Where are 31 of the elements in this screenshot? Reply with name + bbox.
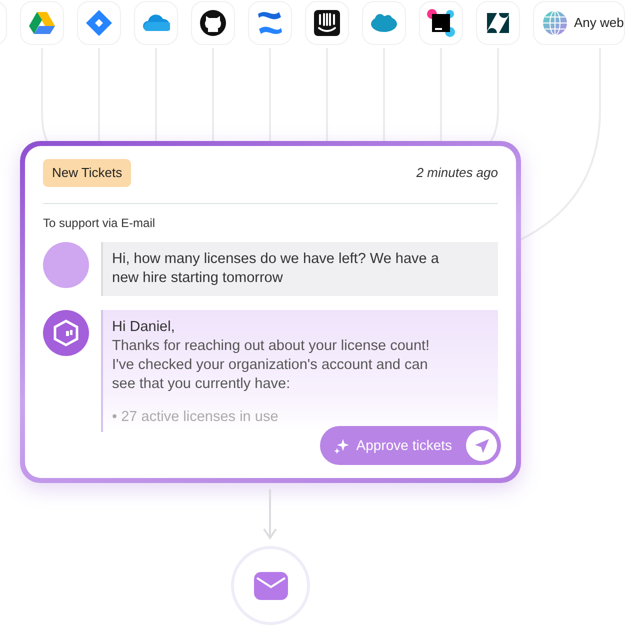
integration-tile[interactable] [248, 1, 292, 45]
avatar-placeholder [43, 242, 89, 288]
integration-tile[interactable] [419, 1, 463, 45]
bot-avatar-icon [43, 310, 89, 356]
integration-label: Any web [574, 14, 624, 32]
sparkle-icon [334, 438, 350, 454]
arrow-connector [263, 489, 277, 541]
send-icon [466, 430, 497, 461]
integration-tile[interactable] [305, 1, 349, 45]
envelope-icon [254, 572, 288, 600]
diamond-icon [85, 9, 113, 37]
timestamp: 2 minutes ago [416, 164, 498, 182]
status-tag: New Tickets [43, 159, 132, 186]
integration-tile[interactable] [77, 1, 121, 45]
square-icon [427, 9, 455, 37]
message-text: Hi Daniel, [112, 318, 176, 336]
cat-icon [199, 9, 227, 37]
integration-tile[interactable] [476, 1, 520, 45]
integration-tile[interactable] [191, 1, 235, 45]
swirl-icon [256, 9, 284, 37]
integration-tile[interactable]: Any web [533, 1, 625, 45]
globe-icon [541, 9, 569, 37]
message-text: Thanks for reaching out about your license count! I've checked your organization's account and can see that you currently have: [112, 336, 431, 394]
chat-face-icon [313, 9, 341, 37]
message-text: Hi, how many licenses do we have left? We have a new hire starting tomorrow [112, 250, 440, 288]
integration-tile[interactable] [362, 1, 406, 45]
channel-label: To support via E-mail [43, 214, 156, 232]
drive-icon [28, 9, 56, 37]
message-text: • 27 active licenses in use [112, 408, 280, 426]
integration-tile[interactable] [134, 1, 178, 45]
integration-tile[interactable] [20, 1, 64, 45]
